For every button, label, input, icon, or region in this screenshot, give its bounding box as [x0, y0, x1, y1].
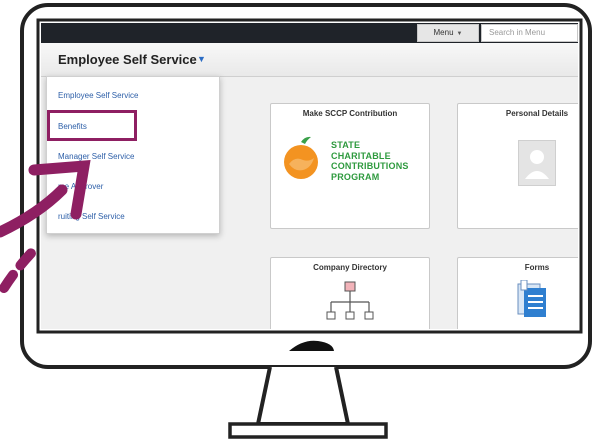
orange-heart-hand-icon	[284, 136, 318, 179]
forms-icon	[517, 280, 546, 317]
tile-company-directory[interactable]: Company Directory	[270, 257, 430, 329]
tile-make-sccp-contribution[interactable]: Make SCCP Contribution STATE CHARITABLE …	[270, 103, 430, 229]
menu-button[interactable]: Menu ▼	[417, 24, 479, 42]
org-chart-icon	[326, 281, 374, 320]
sccp-logo-text: STATE CHARITABLE CONTRIBUTIONS PROGRAM	[331, 140, 409, 182]
menu-item-recruiting-self-service[interactable]: ruiting Self Service	[58, 212, 125, 221]
tile-personal-details[interactable]: Personal Details	[457, 103, 578, 229]
menu-item-benefits[interactable]: Benefits	[58, 122, 87, 131]
search-input[interactable]: Search in Menu	[481, 24, 578, 42]
top-navigation-bar: Menu ▼ Search in Menu	[41, 23, 578, 43]
tile-title: Make SCCP Contribution	[302, 109, 398, 118]
app-screen: Menu ▼ Search in Menu Employee Self Servi…	[41, 23, 578, 329]
menu-item-employee-self-service[interactable]: Employee Self Service	[58, 91, 138, 100]
navigation-collection-title[interactable]: Employee Self Service	[58, 52, 197, 67]
avatar-placeholder-icon	[518, 140, 556, 186]
page-header: Employee Self Service ▼	[41, 43, 578, 77]
chevron-down-icon: ▼	[456, 31, 463, 37]
caret-down-icon[interactable]: ▼	[197, 54, 206, 64]
menu-item-approver[interactable]: me Approver	[58, 182, 103, 191]
tile-title: Personal Details	[505, 109, 569, 118]
navigation-dropdown-menu: Employee Self Service Benefits Manager S…	[46, 76, 220, 234]
tile-forms[interactable]: Forms	[457, 257, 578, 329]
tile-title: Forms	[524, 263, 550, 272]
menu-button-label: Menu	[433, 28, 454, 37]
tile-title: Company Directory	[313, 263, 387, 272]
menu-item-manager-self-service[interactable]: Manager Self Service	[58, 152, 134, 161]
